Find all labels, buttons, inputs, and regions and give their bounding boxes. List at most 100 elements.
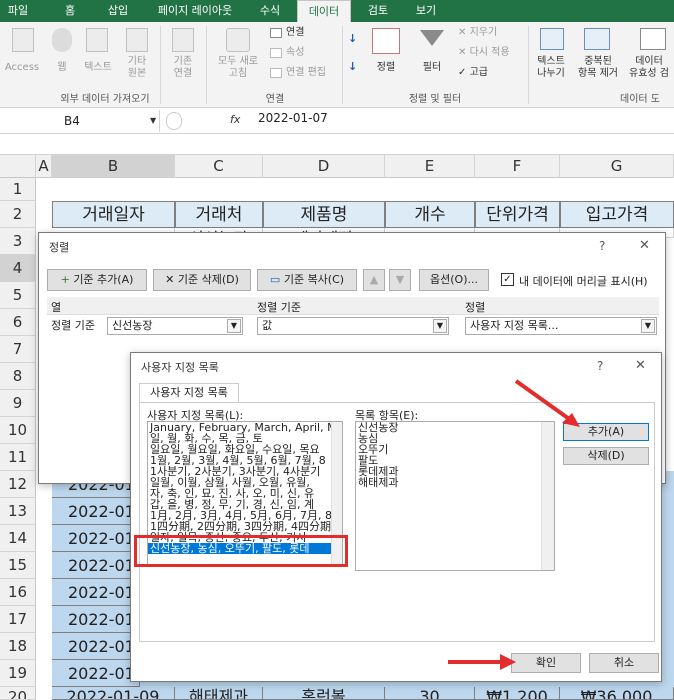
formula-input[interactable]: 2022-01-07 [258,111,328,125]
properties-button[interactable]: 속성 [286,47,312,59]
row-header[interactable]: 3 [0,228,36,255]
name-box[interactable]: B4 [0,110,160,132]
table-cell[interactable]: 해태제과 [175,687,263,700]
row-header[interactable]: 2 [0,201,36,228]
ok-button[interactable]: 확인 [511,653,581,673]
formula-bar-handle[interactable] [166,112,182,130]
text-to-columns-button[interactable]: 텍스트 나누기 [530,56,572,80]
tab-custom-lists[interactable]: 사용자 지정 목록 [139,383,239,403]
row-header[interactable]: 9 [0,390,36,417]
row-header[interactable]: 4 [0,255,36,282]
help-icon[interactable]: ? [599,239,605,253]
row-header[interactable]: 10 [0,417,36,444]
copy-level-button[interactable]: ▭ 기준 복사(C) [257,269,357,291]
name-box-dropdown-icon[interactable]: ▼ [150,116,156,125]
row-header[interactable]: 16 [0,579,36,606]
table-cell[interactable]: 홈런볼 [263,687,385,700]
row-header[interactable]: 5 [0,282,36,309]
row-header[interactable]: 14 [0,525,36,552]
add-level-button[interactable]: + 기준 추가(A) [47,269,147,291]
tab-review[interactable]: 검토 [356,0,400,22]
row-header[interactable]: 13 [0,498,36,525]
column-header-e[interactable]: E [385,155,475,178]
row-header[interactable]: 20 [0,687,36,700]
row-header[interactable]: 18 [0,633,36,660]
column-header-g[interactable]: G [560,155,674,178]
web-button[interactable]: 웹 [50,62,74,74]
header-cell-unit-price[interactable]: 단위가격 [475,201,560,228]
header-cell-date[interactable]: 거래일자 [52,201,175,228]
column-header-b[interactable]: B [52,155,175,178]
sort-ascending-icon[interactable]: ↓ [348,32,364,46]
table-cell[interactable]: ₩1,200 [475,687,560,700]
close-icon[interactable]: ✕ [635,358,646,373]
move-up-button[interactable]: ▲ [363,269,385,291]
data-validation-button[interactable]: 데이터 유효성 검 [624,56,674,80]
select-all-corner[interactable] [0,155,36,178]
table-cell[interactable]: 2022-01 [52,606,140,633]
from-text-button[interactable]: 텍스트 [80,62,116,74]
table-cell[interactable]: 2022-01 [52,579,140,606]
reapply-button[interactable]: ✕ 다시 적용 [458,47,524,59]
row-header[interactable]: 8 [0,363,36,390]
other-sources-button[interactable]: 기타 원본 [122,56,152,80]
access-button[interactable]: Access [2,62,42,74]
insert-function-icon[interactable]: fx [230,113,240,126]
clear-button[interactable]: ✕ 지우기 [458,27,508,39]
text-file-icon [86,28,108,52]
help-icon[interactable]: ? [597,359,603,373]
row-header[interactable]: 11 [0,444,36,471]
table-cell[interactable]: 2022-01 [52,660,140,687]
sort-descending-icon[interactable]: ↓ [348,60,364,74]
delete-button[interactable]: 삭제(D) [563,447,649,465]
refresh-all-button[interactable]: 모두 새로 고침 [210,56,266,80]
order-select[interactable]: 사용자 지정 목록... ▼ [465,317,657,335]
cancel-button[interactable]: 취소 [589,653,659,673]
tab-home[interactable]: 홈 [52,0,88,22]
tab-insert[interactable]: 삽입 [96,0,140,22]
delete-level-button[interactable]: ✕ 기준 삭제(D) [153,269,251,291]
list-entries-textarea[interactable]: 신선농장 농심 오뚜기 팔도 롯데제과 해태제과 [355,421,555,571]
sort-on-select[interactable]: 값 ▼ [257,317,449,335]
tab-data[interactable]: 데이터 [297,0,351,22]
tab-formulas[interactable]: 수식 [248,0,292,22]
move-down-button[interactable]: ▼ [389,269,411,291]
header-cell-product[interactable]: 제품명 [263,201,385,228]
filter-button[interactable]: 필터 [414,62,450,74]
column-header-d[interactable]: D [263,155,385,178]
row-header[interactable]: 17 [0,606,36,633]
row-header[interactable]: 1 [0,178,36,201]
header-checkbox[interactable]: ✓ [501,273,514,286]
table-cell[interactable]: 30 [385,687,475,700]
header-cell-qty[interactable]: 개수 [385,201,475,228]
existing-connections-button[interactable]: 기존 연결 [166,56,200,80]
sort-button[interactable]: 정렬 [370,62,402,74]
table-cell[interactable]: 2022-01 [52,552,140,579]
advanced-button[interactable]: ✓ 고급 [458,67,508,79]
header-cell-vendor[interactable]: 거래처 [175,201,263,228]
edit-links-button[interactable]: 연결 편집 [286,67,342,79]
tab-page-layout[interactable]: 페이지 레이아웃 [146,0,244,22]
options-button[interactable]: 옵션(O)... [419,269,489,291]
row-header[interactable]: 12 [0,471,36,498]
table-cell[interactable]: ₩36,000 [560,687,674,700]
column-header-f[interactable]: F [475,155,560,178]
column-header-c[interactable]: C [175,155,263,178]
table-cell[interactable]: 2022-01 [52,633,140,660]
row-header[interactable]: 15 [0,552,36,579]
tab-file[interactable]: 파일 [0,0,36,22]
row-header[interactable]: 19 [0,660,36,687]
table-cell[interactable]: 2022-01 [52,525,140,552]
tab-view[interactable]: 보기 [404,0,448,22]
row-header[interactable]: 6 [0,309,36,336]
remove-duplicates-button[interactable]: 중복된 항목 제거 [572,56,624,80]
sort-column-select[interactable]: 신선농장 ▼ [107,317,243,335]
header-cell-receipt-price[interactable]: 입고가격 [560,201,674,228]
close-icon[interactable]: ✕ [639,238,650,253]
table-cell[interactable]: 2022-01-09 [52,687,175,700]
column-header-a[interactable]: A [36,155,52,178]
connections-button[interactable]: 연결 [286,27,312,39]
entries-scrollbar[interactable] [541,422,554,570]
table-cell[interactable]: 2022-01 [52,498,140,525]
row-header[interactable]: 7 [0,336,36,363]
